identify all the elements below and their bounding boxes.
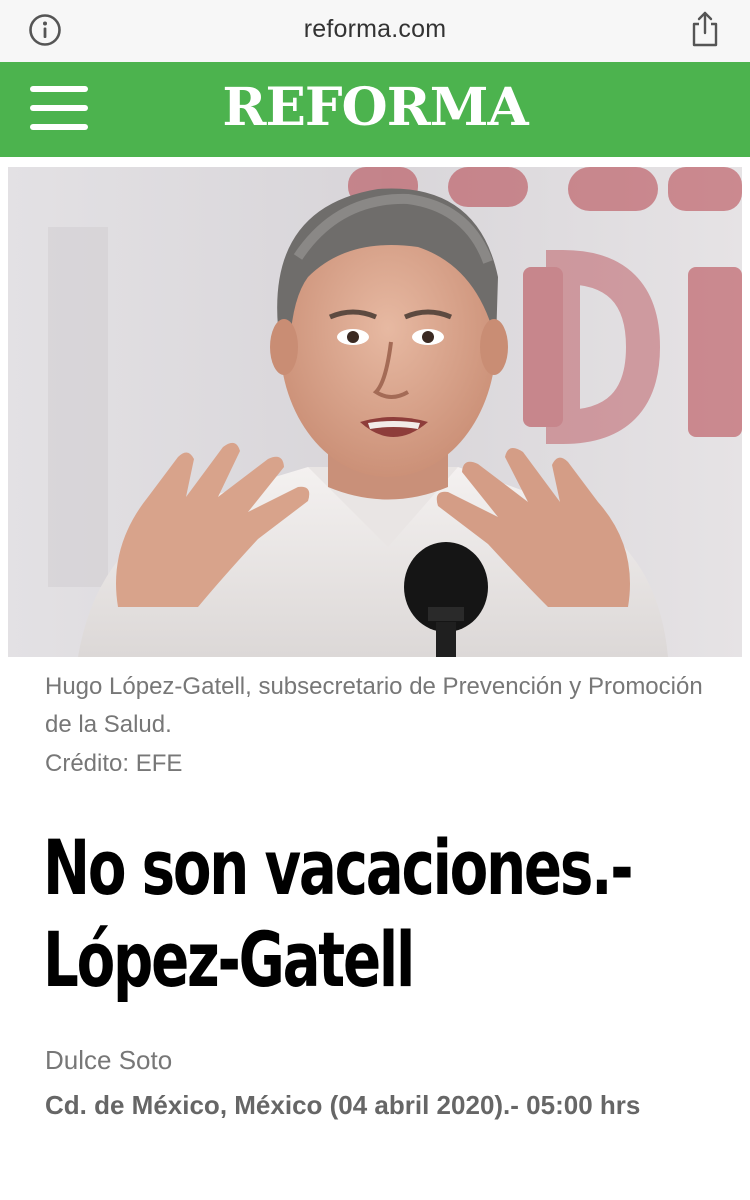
brand-logo[interactable]: REFORMA [0,77,750,138]
share-icon[interactable] [688,10,722,48]
url-text[interactable]: reforma.com [0,15,750,44]
article-photo [8,167,742,657]
site-header: REFORMA [0,62,750,157]
article-author[interactable]: Dulce Soto [45,1045,172,1076]
photo-caption: Hugo López-Gatell, subsecretario de Prev… [45,673,703,738]
photo-credit: Crédito: EFE [45,750,183,777]
browser-address-bar: reforma.com [0,0,750,63]
article-dateline: Cd. de México, México (04 abril 2020).- … [45,1090,641,1120]
article-headline: No son vacaciones.- López-Gatell [43,823,634,1004]
